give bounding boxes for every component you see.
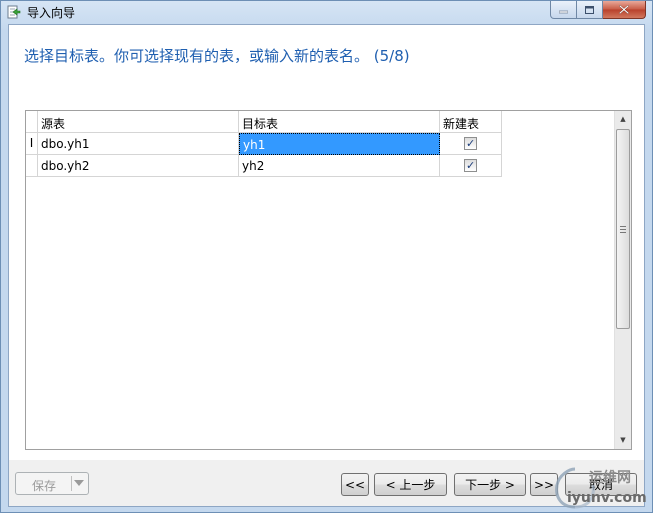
maximize-icon	[585, 5, 594, 14]
scroll-thumb[interactable]	[616, 129, 630, 329]
window-title: 导入向导	[27, 6, 76, 20]
watermark-text: 运维网	[589, 470, 631, 486]
column-header-target[interactable]: 目标表	[239, 111, 440, 133]
save-button-label: 保存	[32, 479, 57, 493]
check-icon: ✓	[466, 159, 476, 172]
new-table-checkbox[interactable]: ✓	[464, 137, 477, 150]
vertical-scrollbar[interactable]: ▲ ▼	[614, 111, 631, 449]
new-table-cell: ✓	[440, 155, 502, 177]
next-button[interactable]: 下一步 >	[454, 473, 526, 496]
scroll-up-icon[interactable]: ▲	[615, 111, 631, 128]
split-separator	[71, 476, 72, 491]
target-table-cell[interactable]: yh1	[239, 133, 440, 155]
table-mapping-grid[interactable]: 源表 目标表 新建表 I dbo.yh1 yh1 ✓ dbo.yh2 yh2 ✓…	[25, 110, 632, 450]
chevron-down-icon[interactable]	[74, 480, 84, 486]
import-wizard-window: 导入向导 选择目标表。你可选择现有的表，或输入新的表名。 (5/8) 源表 目标…	[0, 0, 653, 513]
close-icon	[619, 5, 629, 14]
row-header[interactable]: I	[26, 133, 38, 155]
close-button[interactable]	[603, 1, 646, 19]
import-wizard-icon	[7, 5, 21, 19]
grip-icon	[620, 225, 626, 233]
step-heading: 选择目标表。你可选择现有的表，或输入新的表名。 (5/8)	[24, 47, 410, 65]
watermark-url: iyunv.com	[567, 490, 647, 506]
wizard-content: 选择目标表。你可选择现有的表，或输入新的表名。 (5/8) 源表 目标表 新建表…	[8, 24, 645, 507]
column-header-new-table[interactable]: 新建表	[440, 111, 502, 133]
maximize-button[interactable]	[577, 1, 603, 19]
new-table-cell: ✓	[440, 133, 502, 155]
column-header-source[interactable]: 源表	[38, 111, 239, 133]
source-table-cell[interactable]: dbo.yh2	[38, 155, 239, 177]
source-table-cell[interactable]: dbo.yh1	[38, 133, 239, 155]
minimize-button[interactable]	[550, 1, 577, 19]
grid-corner	[26, 111, 38, 133]
window-controls	[550, 1, 646, 19]
save-button[interactable]: 保存	[15, 472, 89, 495]
scroll-down-icon[interactable]: ▼	[615, 432, 631, 449]
previous-button[interactable]: < 上一步	[374, 473, 447, 496]
first-page-button[interactable]: <<	[341, 473, 369, 496]
title-bar[interactable]: 导入向导	[1, 1, 652, 23]
row-header[interactable]	[26, 155, 38, 177]
minimize-icon	[559, 10, 568, 13]
new-table-checkbox[interactable]: ✓	[464, 159, 477, 172]
check-icon: ✓	[466, 137, 476, 150]
site-watermark: 运维网 iyunv.com	[549, 463, 649, 511]
target-table-cell[interactable]: yh2	[239, 155, 440, 177]
